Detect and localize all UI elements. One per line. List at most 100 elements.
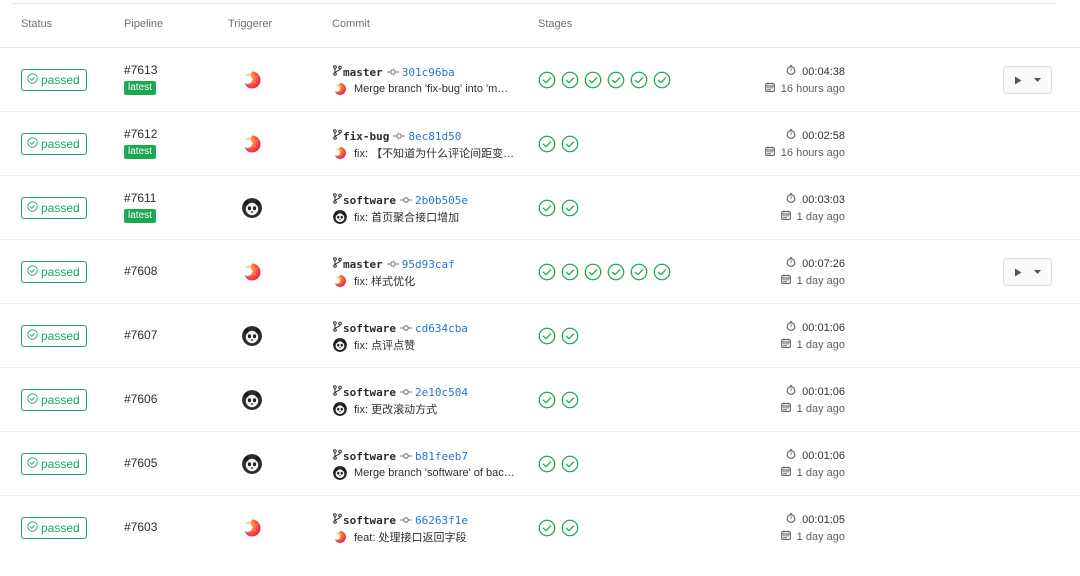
- play-icon: [1014, 76, 1022, 85]
- status-badge[interactable]: passed: [21, 69, 87, 91]
- stage-passed-icon[interactable]: [538, 199, 556, 217]
- duration: 00:01:06: [786, 321, 845, 334]
- orange-avatar-icon[interactable]: [242, 518, 262, 538]
- stage-passed-icon[interactable]: [561, 519, 579, 537]
- stage-passed-icon[interactable]: [561, 327, 579, 345]
- stage-passed-icon[interactable]: [561, 391, 579, 409]
- stage-passed-icon[interactable]: [538, 327, 556, 345]
- stage-passed-icon[interactable]: [630, 71, 648, 89]
- finished-time: 16 hours ago: [764, 146, 845, 159]
- stage-passed-icon[interactable]: [607, 263, 625, 281]
- pipeline-id-link[interactable]: #7607: [124, 328, 157, 342]
- branch-link[interactable]: fix-bug: [343, 130, 389, 143]
- status-badge[interactable]: passed: [21, 261, 87, 283]
- status-badge[interactable]: passed: [21, 389, 87, 411]
- status-badge[interactable]: passed: [21, 517, 87, 539]
- commit-sha-link[interactable]: 2e10c504: [415, 386, 468, 399]
- orange-avatar-icon[interactable]: [242, 70, 262, 90]
- timer-icon: [786, 321, 802, 334]
- status-badge[interactable]: passed: [21, 453, 87, 475]
- check-circle-icon: [27, 457, 38, 471]
- calendar-icon: [780, 210, 797, 223]
- panda-avatar-icon[interactable]: [242, 326, 262, 346]
- branch-link[interactable]: master: [343, 66, 383, 79]
- panda-avatar-icon[interactable]: [242, 390, 262, 410]
- stage-passed-icon[interactable]: [538, 263, 556, 281]
- commit-sha-link[interactable]: 66263f1e: [415, 514, 468, 527]
- commit-ref: software b81feeb7: [333, 449, 468, 463]
- pipeline-id-link[interactable]: #7611: [124, 191, 156, 205]
- stage-passed-icon[interactable]: [538, 71, 556, 89]
- stage-passed-icon[interactable]: [630, 263, 648, 281]
- pipeline-id-link[interactable]: #7606: [124, 392, 157, 406]
- commit-message-link[interactable]: fix: 【不知道为什么评论间距变…: [354, 145, 514, 161]
- stage-passed-icon[interactable]: [538, 391, 556, 409]
- manual-actions-button[interactable]: [1003, 66, 1052, 94]
- pipeline-id-link[interactable]: #7608: [124, 264, 157, 278]
- stage-passed-icon[interactable]: [584, 71, 602, 89]
- pipeline-id-link[interactable]: #7612: [124, 127, 157, 141]
- commit-sha-link[interactable]: b81feeb7: [415, 450, 468, 463]
- stage-passed-icon[interactable]: [538, 135, 556, 153]
- orange-avatar-icon[interactable]: [242, 134, 262, 154]
- pipeline-id-link[interactable]: #7613: [124, 63, 157, 77]
- commit-message-link[interactable]: fix: 样式优化: [354, 273, 415, 289]
- stage-passed-icon[interactable]: [653, 71, 671, 89]
- header-pipeline: Pipeline: [124, 18, 164, 30]
- stage-passed-icon[interactable]: [561, 455, 579, 473]
- orange-avatar-icon[interactable]: [242, 262, 262, 282]
- branch-link[interactable]: master: [343, 258, 383, 271]
- commit-title: fix: 点评点赞: [333, 338, 538, 352]
- panda-avatar-icon[interactable]: [242, 198, 262, 218]
- branch-link[interactable]: software: [343, 386, 396, 399]
- duration-value: 00:04:38: [802, 65, 845, 78]
- pipeline-cell: #7605: [124, 456, 157, 470]
- calendar-icon: [764, 82, 781, 95]
- stage-passed-icon[interactable]: [538, 519, 556, 537]
- branch-link[interactable]: software: [343, 194, 396, 207]
- status-badge[interactable]: passed: [21, 133, 87, 155]
- commit-message-link[interactable]: feat: 处理接口返回字段: [354, 529, 466, 545]
- commit-sha-link[interactable]: 301c96ba: [402, 66, 455, 79]
- stage-passed-icon[interactable]: [607, 71, 625, 89]
- stage-passed-icon[interactable]: [561, 135, 579, 153]
- pipeline-cell: #7611 latest: [124, 191, 156, 223]
- pipeline-id-link[interactable]: #7605: [124, 456, 157, 470]
- stage-passed-icon[interactable]: [653, 263, 671, 281]
- commit-message-link[interactable]: Merge branch 'fix-bug' into 'm…: [354, 83, 508, 95]
- commit-sha-link[interactable]: 8ec81d50: [408, 130, 461, 143]
- status-label: passed: [41, 329, 80, 343]
- branch-link[interactable]: software: [343, 514, 396, 527]
- commit-message-link[interactable]: fix: 更改滚动方式: [354, 401, 437, 417]
- branch-link[interactable]: software: [343, 322, 396, 335]
- commit-message-link[interactable]: fix: 首页聚合接口增加: [354, 209, 459, 225]
- pipeline-cell: #7608: [124, 264, 157, 278]
- commit-message-link[interactable]: fix: 点评点赞: [354, 337, 415, 353]
- manual-actions-button[interactable]: [1003, 258, 1052, 286]
- duration-value: 00:01:06: [802, 385, 845, 398]
- status-label: passed: [41, 521, 80, 535]
- timer-icon: [786, 193, 802, 206]
- stage-passed-icon[interactable]: [561, 263, 579, 281]
- header-triggerer: Triggerer: [228, 18, 273, 30]
- commit-sha-link[interactable]: cd634cba: [415, 322, 468, 335]
- header-commit: Commit: [332, 18, 370, 30]
- status-badge[interactable]: passed: [21, 325, 87, 347]
- orange-avatar-icon: [333, 82, 347, 96]
- status-badge[interactable]: passed: [21, 197, 87, 219]
- commit-message-link[interactable]: Merge branch 'software' of bac…: [354, 467, 515, 479]
- stage-passed-icon[interactable]: [538, 455, 556, 473]
- commit-sha-link[interactable]: 95d93caf: [402, 258, 455, 271]
- commit-ref: software 2b0b505e: [333, 193, 468, 207]
- stage-passed-icon[interactable]: [584, 263, 602, 281]
- check-circle-icon: [27, 393, 38, 407]
- pipeline-id-link[interactable]: #7603: [124, 520, 157, 534]
- commit-icon: [396, 511, 415, 529]
- orange-avatar-icon: [333, 146, 347, 160]
- branch-link[interactable]: software: [343, 450, 396, 463]
- stage-passed-icon[interactable]: [561, 71, 579, 89]
- commit-sha-link[interactable]: 2b0b505e: [415, 194, 468, 207]
- panda-avatar-icon[interactable]: [242, 454, 262, 474]
- time-ago-value: 1 day ago: [796, 402, 845, 415]
- stage-passed-icon[interactable]: [561, 199, 579, 217]
